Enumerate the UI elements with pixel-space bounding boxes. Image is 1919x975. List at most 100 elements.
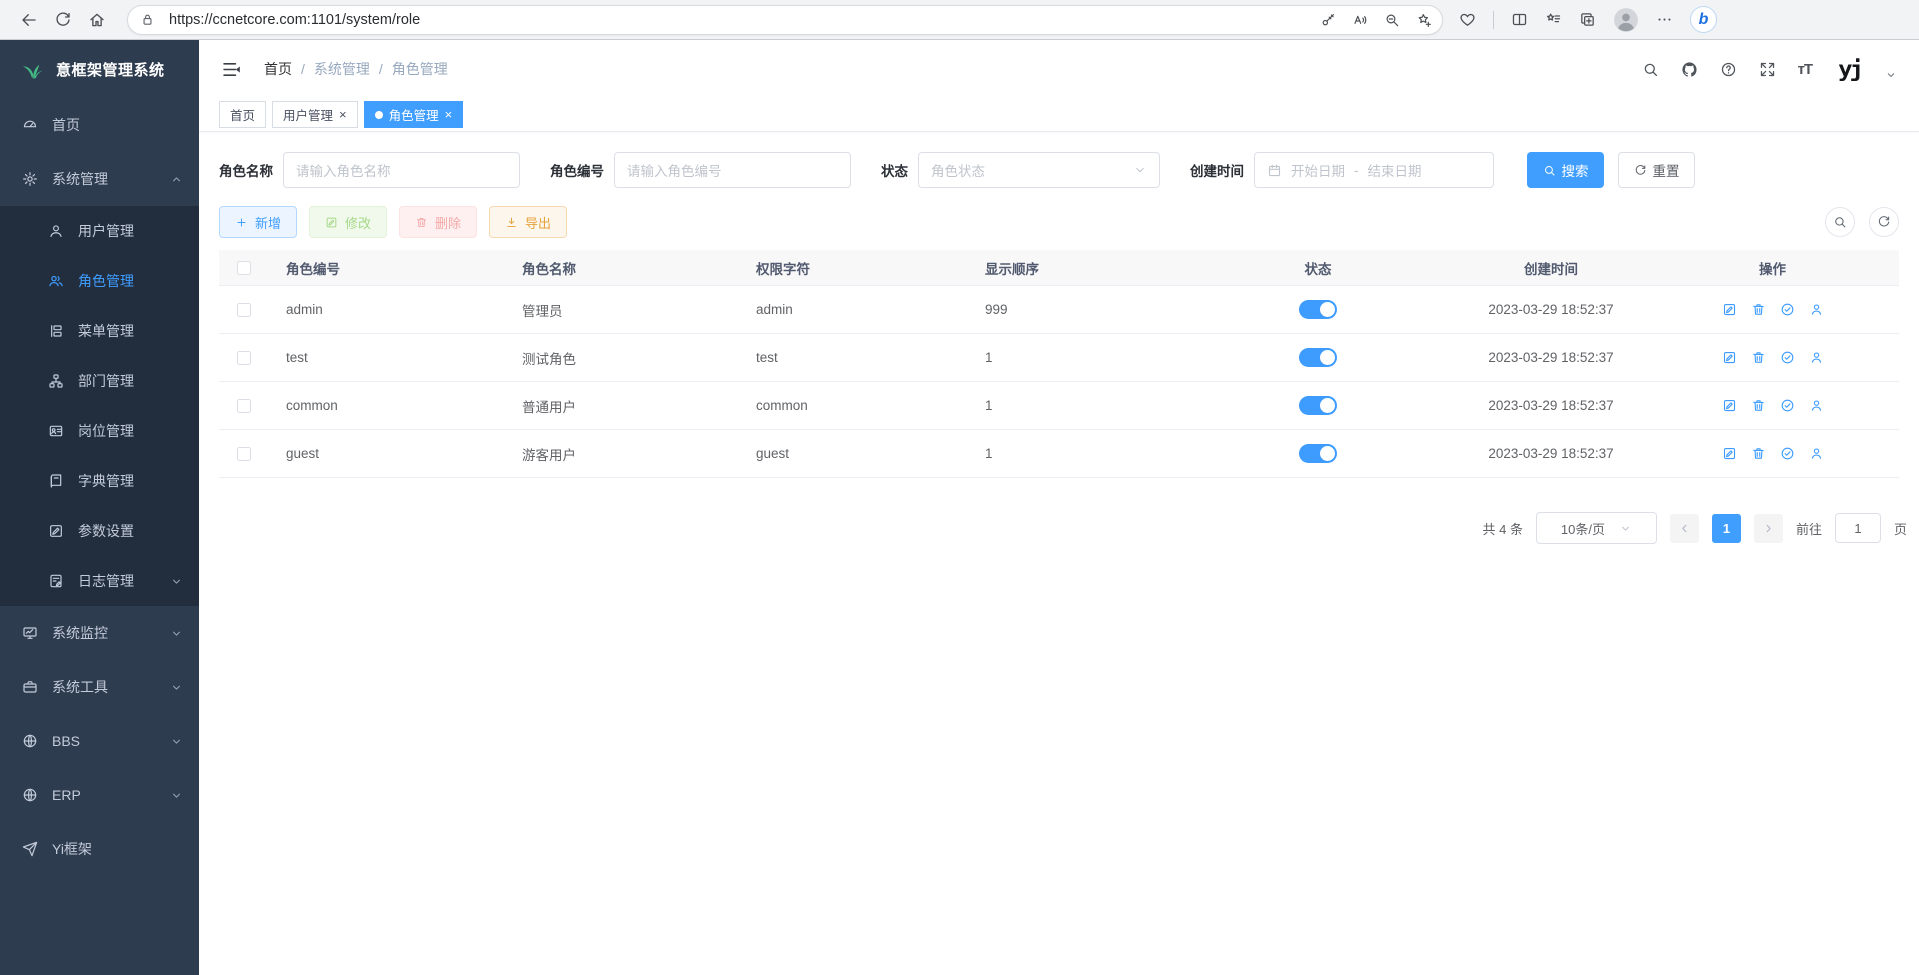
status-toggle[interactable] <box>1299 444 1337 463</box>
split-screen-icon[interactable] <box>1511 11 1528 28</box>
date-range-picker[interactable]: 开始日期 - 结束日期 <box>1254 152 1494 188</box>
sidebar-item-dictionary[interactable]: 字典管理 <box>0 456 199 506</box>
row-data-scope-icon[interactable] <box>1780 398 1795 413</box>
browser-essentials-icon[interactable] <box>1459 11 1476 28</box>
table-toolbar: 新增 修改 删除 导出 <box>199 188 1919 238</box>
browser-menu-icon[interactable] <box>1656 11 1673 28</box>
refresh-table-button[interactable] <box>1869 207 1899 237</box>
github-icon[interactable] <box>1681 61 1698 78</box>
chevron-up-icon <box>170 173 183 186</box>
row-assign-user-icon[interactable] <box>1809 398 1824 413</box>
collapse-sidebar-icon[interactable] <box>221 59 242 80</box>
chevron-down-icon <box>170 789 183 802</box>
page-size-select[interactable]: 10条/页 <box>1536 512 1657 544</box>
status-toggle[interactable] <box>1299 348 1337 367</box>
sidebar-item-departments[interactable]: 部门管理 <box>0 356 199 406</box>
close-icon[interactable]: × <box>339 108 347 121</box>
export-button[interactable]: 导出 <box>489 206 567 238</box>
browser-refresh-button[interactable] <box>46 3 80 37</box>
row-assign-user-icon[interactable] <box>1809 302 1824 317</box>
row-assign-user-icon[interactable] <box>1809 350 1824 365</box>
sidebar-item-menus[interactable]: 菜单管理 <box>0 306 199 356</box>
row-delete-icon[interactable] <box>1751 350 1766 365</box>
row-delete-icon[interactable] <box>1751 302 1766 317</box>
breadcrumb-system[interactable]: 系统管理 <box>314 59 370 79</box>
sidebar-item-parameters[interactable]: 参数设置 <box>0 506 199 556</box>
paper-plane-icon <box>22 841 38 857</box>
yi-logo[interactable]: yj <box>1838 56 1861 82</box>
browser-home-button[interactable] <box>80 3 114 37</box>
status-toggle[interactable] <box>1299 300 1337 319</box>
row-delete-icon[interactable] <box>1751 446 1766 461</box>
sidebar-item-posts[interactable]: 岗位管理 <box>0 406 199 456</box>
add-button[interactable]: 新增 <box>219 206 297 238</box>
favorites-icon[interactable] <box>1545 11 1562 28</box>
current-page-button[interactable]: 1 <box>1712 514 1741 543</box>
row-data-scope-icon[interactable] <box>1780 446 1795 461</box>
search-icon[interactable] <box>1642 61 1659 78</box>
help-icon[interactable] <box>1720 61 1737 78</box>
id-card-icon <box>48 423 64 439</box>
profile-avatar[interactable] <box>1613 7 1639 33</box>
chevron-down-icon <box>1619 522 1632 535</box>
row-checkbox[interactable] <box>237 351 251 365</box>
row-checkbox[interactable] <box>237 447 251 461</box>
delete-button[interactable]: 删除 <box>399 206 477 238</box>
role-code-input[interactable]: 请输入角色编号 <box>614 152 851 188</box>
chevron-down-icon[interactable] <box>1885 69 1897 81</box>
toggle-search-button[interactable] <box>1825 207 1855 237</box>
row-checkbox[interactable] <box>237 303 251 317</box>
role-name-input[interactable]: 请输入角色名称 <box>283 152 520 188</box>
edit-icon <box>48 523 64 539</box>
sidebar-item-home[interactable]: 首页 <box>0 98 199 152</box>
row-edit-icon[interactable] <box>1722 398 1737 413</box>
edit-button[interactable]: 修改 <box>309 206 387 238</box>
tab-user-management[interactable]: 用户管理 × <box>272 101 358 128</box>
row-delete-icon[interactable] <box>1751 398 1766 413</box>
browser-toolbar: b <box>0 0 1919 40</box>
read-aloud-icon[interactable] <box>1352 12 1368 28</box>
zoom-out-icon[interactable] <box>1384 12 1400 28</box>
row-edit-icon[interactable] <box>1722 350 1737 365</box>
password-key-icon[interactable] <box>1320 12 1336 28</box>
address-bar[interactable] <box>127 5 1443 35</box>
goto-page-input[interactable] <box>1835 513 1881 543</box>
status-toggle[interactable] <box>1299 396 1337 415</box>
row-checkbox[interactable] <box>237 399 251 413</box>
row-edit-icon[interactable] <box>1722 302 1737 317</box>
select-all-checkbox[interactable] <box>237 261 251 275</box>
sidebar-item-bbs[interactable]: BBS <box>0 714 199 768</box>
collections-icon[interactable] <box>1579 11 1596 28</box>
sidebar-item-logs[interactable]: 日志管理 <box>0 556 199 606</box>
browser-back-button[interactable] <box>12 3 46 37</box>
sidebar-item-tools[interactable]: 系统工具 <box>0 660 199 714</box>
copilot-icon[interactable]: b <box>1690 6 1717 33</box>
row-edit-icon[interactable] <box>1722 446 1737 461</box>
globe-icon <box>22 733 38 749</box>
user-icon <box>48 223 64 239</box>
breadcrumb-home[interactable]: 首页 <box>264 59 292 79</box>
sidebar-item-erp[interactable]: ERP <box>0 768 199 822</box>
row-data-scope-icon[interactable] <box>1780 350 1795 365</box>
sidebar-item-users[interactable]: 用户管理 <box>0 206 199 256</box>
sidebar-item-roles[interactable]: 角色管理 <box>0 256 199 306</box>
url-input[interactable] <box>169 12 1320 28</box>
breadcrumb-role[interactable]: 角色管理 <box>392 59 448 79</box>
font-size-icon[interactable]: тT <box>1798 61 1813 78</box>
prev-page-button[interactable] <box>1670 514 1699 543</box>
sidebar-item-system[interactable]: 系统管理 <box>0 152 199 206</box>
close-icon[interactable]: × <box>445 108 453 121</box>
search-button[interactable]: 搜索 <box>1527 152 1604 188</box>
row-assign-user-icon[interactable] <box>1809 446 1824 461</box>
add-favorite-icon[interactable] <box>1416 12 1432 28</box>
tab-role-management[interactable]: 角色管理 × <box>364 101 464 128</box>
sidebar-item-monitor[interactable]: 系统监控 <box>0 606 199 660</box>
tab-home[interactable]: 首页 <box>219 101 266 128</box>
sidebar-item-yiframework[interactable]: Yi框架 <box>0 822 199 876</box>
row-data-scope-icon[interactable] <box>1780 302 1795 317</box>
fullscreen-icon[interactable] <box>1759 61 1776 78</box>
status-select[interactable]: 角色状态 <box>918 152 1160 188</box>
next-page-button[interactable] <box>1754 514 1783 543</box>
reset-button[interactable]: 重置 <box>1618 152 1695 188</box>
chevron-down-icon <box>1133 163 1147 177</box>
